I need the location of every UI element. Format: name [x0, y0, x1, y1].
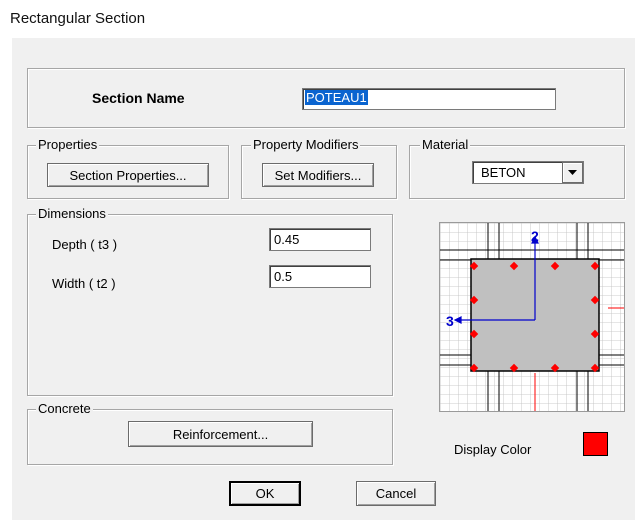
cancel-button[interactable]: Cancel [356, 481, 436, 506]
section-name-label: Section Name [92, 90, 185, 106]
depth-field[interactable] [269, 228, 371, 251]
reinforcement-button[interactable]: Reinforcement... [128, 421, 313, 447]
display-color-label: Display Color [454, 442, 532, 457]
section-name-field[interactable]: POTEAU1 [302, 88, 556, 110]
section-name-panel: Section Name POTEAU1 [27, 68, 625, 128]
material-group-label: Material [420, 137, 471, 152]
chevron-down-icon[interactable] [562, 162, 583, 183]
width-label: Width ( t2 ) [52, 276, 116, 291]
section-properties-button[interactable]: Section Properties... [47, 163, 209, 187]
dimensions-group-label: Dimensions [36, 206, 108, 221]
set-modifiers-button[interactable]: Set Modifiers... [262, 163, 374, 187]
concrete-group-label: Concrete [36, 401, 93, 416]
property-modifiers-group-label: Property Modifiers [251, 137, 361, 152]
axis-2-label: 2 [531, 228, 539, 244]
title-bar[interactable]: Rectangular Section [0, 0, 635, 38]
width-field[interactable] [269, 265, 371, 288]
properties-group-label: Properties [36, 137, 100, 152]
section-preview-canvas: 2 3 [440, 223, 624, 411]
depth-label: Depth ( t3 ) [52, 237, 118, 252]
material-select[interactable]: BETON [472, 161, 584, 184]
dialog-body: Section Name POTEAU1 Properties Section … [12, 38, 635, 520]
section-name-value: POTEAU1 [305, 90, 368, 105]
section-preview: 2 3 [439, 222, 625, 412]
ok-button[interactable]: OK [229, 481, 301, 506]
window-title: Rectangular Section [10, 10, 146, 27]
material-selected-value: BETON [481, 165, 526, 180]
axis-3-label: 3 [446, 313, 454, 329]
display-color-swatch[interactable] [583, 432, 608, 456]
